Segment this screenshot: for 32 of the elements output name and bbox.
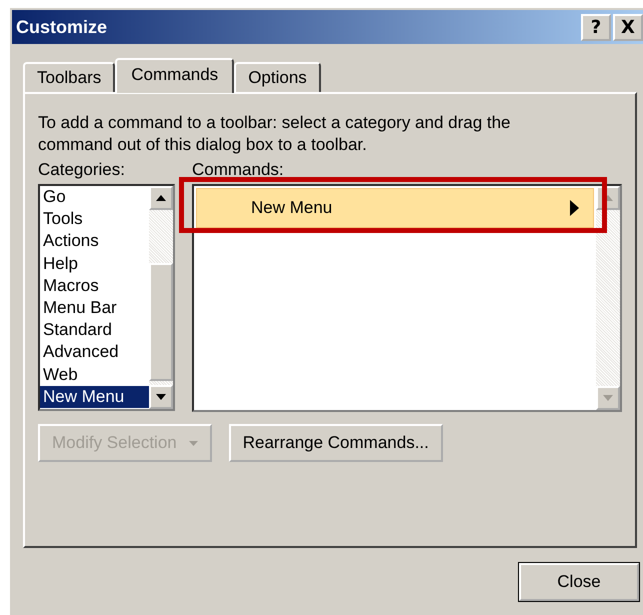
command-item[interactable]: New Menu: [196, 188, 594, 228]
categories-list[interactable]: Go Tools Actions Help Macros Menu Bar Standard Advanced Web New Menu: [38, 184, 175, 411]
category-item[interactable]: Menu Bar: [40, 297, 149, 320]
category-item[interactable]: New Menu: [40, 386, 149, 408]
help-button[interactable]: ?: [581, 14, 611, 40]
command-label: New Menu: [251, 198, 332, 218]
instruction-text: To add a command to a toolbar: select a category and drag the command out of this dialog box to a toolbar.: [38, 112, 512, 156]
close-button[interactable]: Close: [519, 563, 639, 601]
window-title: Customize: [16, 16, 108, 38]
category-item[interactable]: Standard: [40, 319, 149, 342]
category-item[interactable]: Macros: [40, 274, 149, 298]
commands-list[interactable]: New Menu: [192, 184, 622, 412]
category-item[interactable]: Help: [40, 252, 149, 275]
scroll-down-button[interactable]: [149, 385, 173, 409]
tab[interactable]: Options: [234, 62, 321, 92]
tab[interactable]: Toolbars: [23, 62, 116, 92]
push-button[interactable]: Rearrange Commands...: [228, 424, 443, 462]
category-item[interactable]: Web: [40, 364, 149, 386]
down-arrow-icon: [603, 395, 613, 401]
caret-icon: [188, 440, 198, 446]
categories-label: Categories:: [38, 159, 126, 181]
category-item[interactable]: Actions: [40, 230, 149, 253]
commands-label: Commands:: [192, 159, 285, 181]
category-item[interactable]: Go: [40, 186, 149, 208]
up-arrow-icon: [156, 195, 166, 201]
category-item[interactable]: Advanced: [40, 341, 149, 364]
tab[interactable]: Commands: [115, 58, 234, 93]
down-arrow-icon: [156, 394, 166, 400]
close-button[interactable]: X: [613, 14, 643, 40]
scroll-up-button[interactable]: [149, 186, 173, 210]
category-item[interactable]: Tools: [40, 208, 149, 230]
scroll-thumb[interactable]: [149, 263, 173, 381]
